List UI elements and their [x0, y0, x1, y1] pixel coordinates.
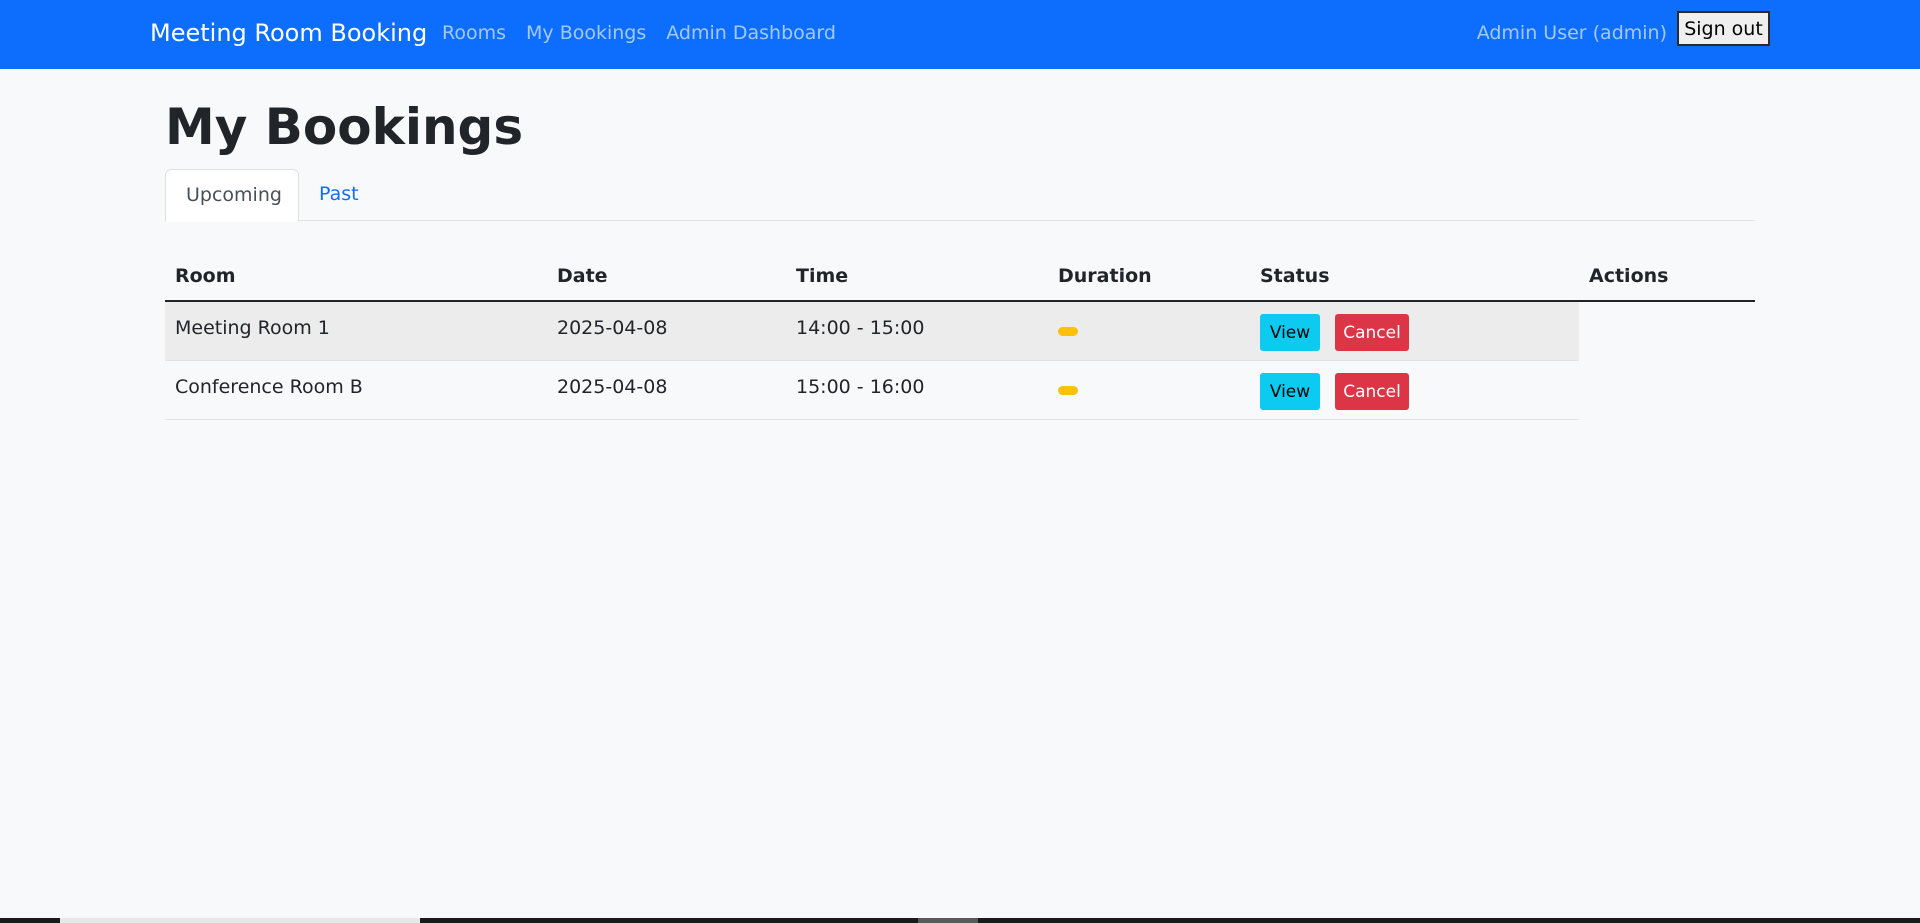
nav-link-my-bookings[interactable]: My Bookings	[526, 22, 646, 44]
sign-out-button[interactable]: Sign out	[1677, 11, 1770, 46]
tab-past[interactable]: Past	[299, 169, 379, 222]
table-row: Conference Room B 2025-04-08 15:00 - 16:…	[165, 361, 1579, 420]
column-header-time: Time	[796, 265, 849, 287]
booking-time: 14:00 - 15:00	[796, 317, 925, 339]
booking-room: Conference Room B	[175, 376, 363, 398]
booking-room: Meeting Room 1	[175, 317, 330, 339]
bookings-table-header: Room Date Time Duration Status Actions	[165, 256, 1755, 302]
tab-upcoming[interactable]: Upcoming	[165, 169, 299, 222]
current-user-label: Admin User (admin)	[1476, 22, 1667, 44]
column-header-actions: Actions	[1589, 265, 1669, 287]
column-header-status: Status	[1260, 265, 1330, 287]
status-badge	[1058, 386, 1078, 395]
column-header-duration: Duration	[1058, 265, 1152, 287]
cancel-booking-button[interactable]: Cancel	[1335, 314, 1409, 351]
top-navbar: Meeting Room Booking Rooms My Bookings A…	[0, 0, 1920, 69]
page-title: My Bookings	[165, 98, 524, 156]
booking-tabs: Upcoming Past	[165, 169, 1755, 222]
booking-date: 2025-04-08	[557, 317, 668, 339]
bottom-edge-strip	[0, 918, 1920, 923]
column-header-date: Date	[557, 265, 608, 287]
column-header-room: Room	[175, 265, 236, 287]
cancel-booking-button[interactable]: Cancel	[1335, 373, 1409, 410]
nav-link-rooms[interactable]: Rooms	[442, 22, 506, 44]
nav-link-admin-dashboard[interactable]: Admin Dashboard	[666, 22, 836, 44]
nav-links: Rooms My Bookings Admin Dashboard	[442, 22, 836, 44]
status-badge	[1058, 327, 1078, 336]
table-row: Meeting Room 1 2025-04-08 14:00 - 15:00 …	[165, 302, 1579, 361]
view-booking-button[interactable]: View	[1260, 373, 1320, 410]
bottom-strip-segment	[60, 918, 420, 923]
bottom-strip-segment	[918, 918, 978, 923]
booking-date: 2025-04-08	[557, 376, 668, 398]
brand-link[interactable]: Meeting Room Booking	[150, 19, 427, 47]
booking-time: 15:00 - 16:00	[796, 376, 925, 398]
view-booking-button[interactable]: View	[1260, 314, 1320, 351]
